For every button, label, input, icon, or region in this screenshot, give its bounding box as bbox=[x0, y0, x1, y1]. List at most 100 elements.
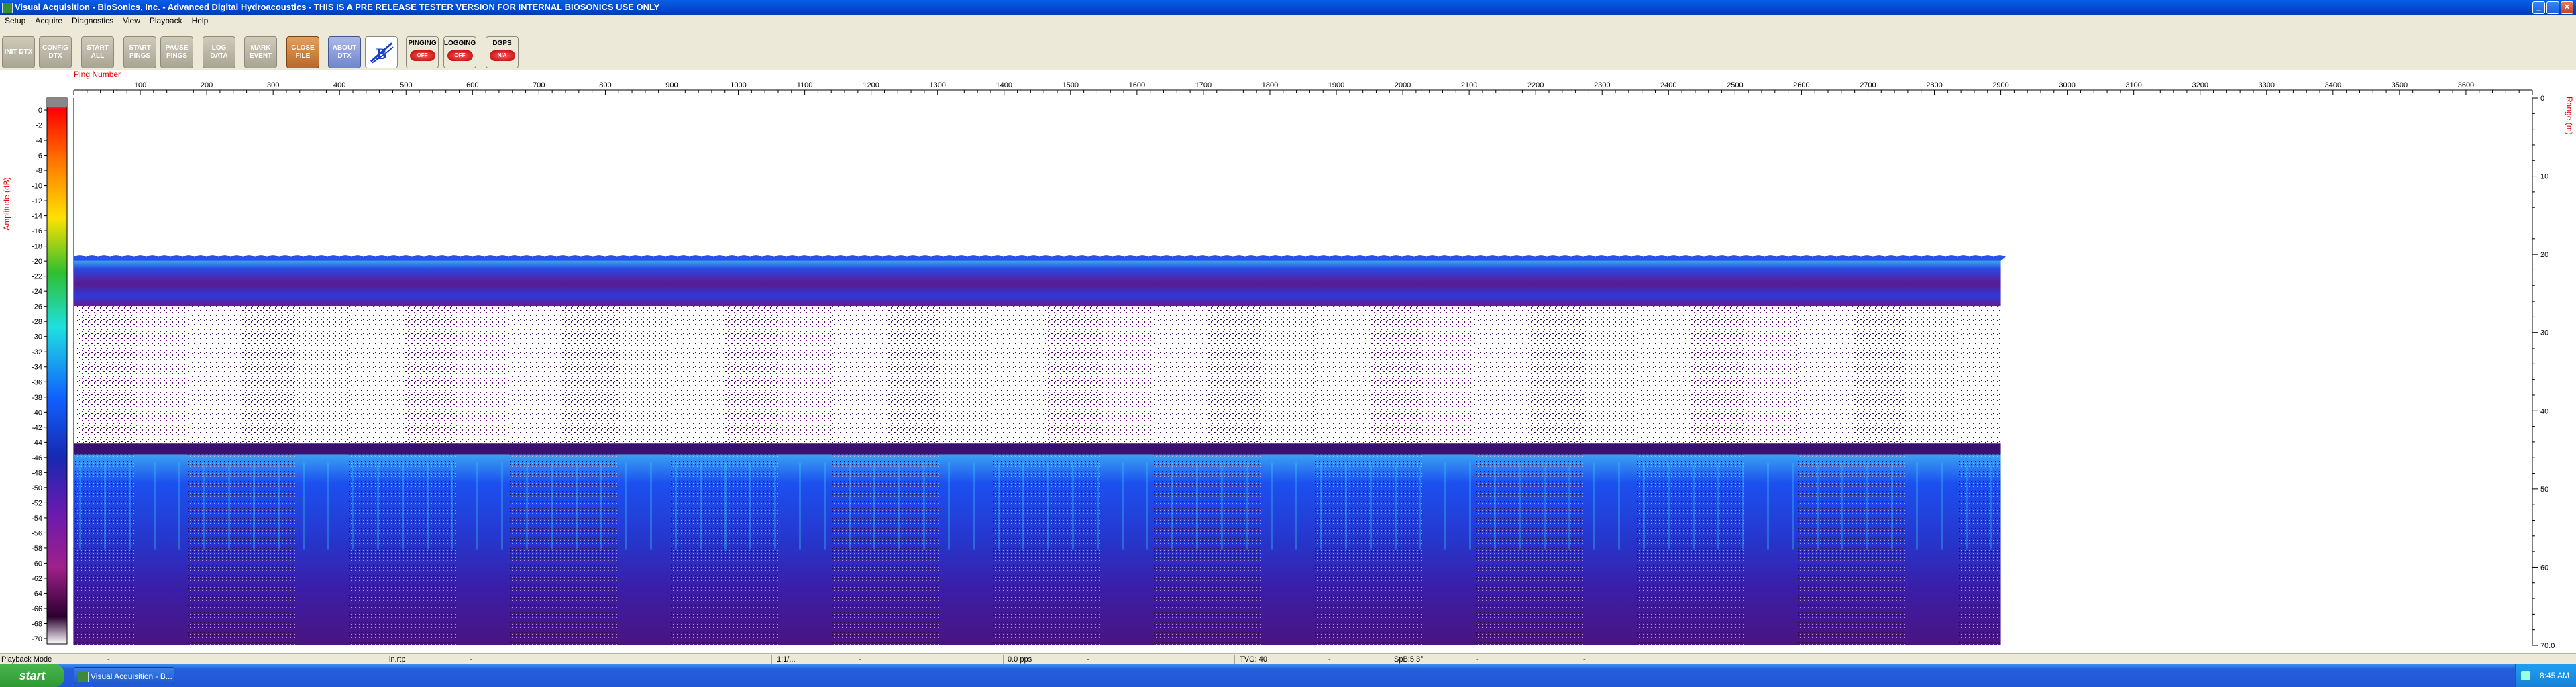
start-button[interactable]: start bbox=[0, 664, 64, 687]
echo-streak bbox=[104, 462, 106, 550]
echo-streak bbox=[1990, 462, 1992, 550]
menu-view[interactable]: View bbox=[118, 15, 145, 27]
colorbar-tick-label: 0 bbox=[38, 107, 42, 115]
echo-streak bbox=[1519, 462, 1521, 550]
x-tick-label: 400 bbox=[333, 81, 345, 89]
x-tick-label: 700 bbox=[533, 81, 545, 89]
echo-streak bbox=[1618, 462, 1620, 550]
surface-reverb-band bbox=[74, 256, 2001, 307]
dgps-indicator: DGPS N/A bbox=[486, 36, 519, 68]
status-divider bbox=[1003, 655, 1004, 664]
x-tick-label: 2900 bbox=[1992, 81, 2008, 89]
colorbar-tick-label: -4 bbox=[36, 137, 42, 145]
x-tick-label: 500 bbox=[400, 81, 412, 89]
maximize-button[interactable]: □ bbox=[2546, 1, 2559, 14]
app-icon bbox=[2, 3, 13, 13]
x-tick-label: 1100 bbox=[797, 81, 813, 89]
echo-streak bbox=[352, 462, 354, 550]
colorbar-tick-label: -60 bbox=[32, 560, 42, 568]
surface-wave-edge bbox=[74, 255, 2006, 261]
menu-diagnostics[interactable]: Diagnostics bbox=[67, 15, 118, 27]
echo-streak bbox=[724, 462, 727, 550]
log-data-button[interactable]: LOG DATA bbox=[203, 36, 235, 68]
status-beam: SpB:5.3° bbox=[1394, 655, 1424, 664]
start-label: start bbox=[19, 669, 46, 682]
colorbar-tick-label: -14 bbox=[32, 213, 42, 221]
dgps-led-icon: N/A bbox=[489, 50, 515, 61]
status-dash: - bbox=[859, 655, 861, 664]
window-titlebar: Visual Acquisition - BioSonics, Inc. - A… bbox=[0, 0, 2576, 15]
colorbar-tick-label: -64 bbox=[32, 590, 42, 598]
echo-streak bbox=[1643, 462, 1645, 550]
echo-streak bbox=[799, 462, 801, 550]
close-file-button[interactable]: CLOSE FILE bbox=[286, 36, 319, 68]
x-tick-label: 2800 bbox=[1926, 81, 1942, 89]
colorbar-tick-label: -30 bbox=[32, 333, 42, 341]
colorbar-tick-label: -22 bbox=[32, 273, 42, 281]
x-tick-label: 900 bbox=[665, 81, 678, 89]
echo-streak bbox=[427, 462, 429, 550]
colorbar-tick-label: -50 bbox=[32, 484, 42, 492]
menu-help[interactable]: Help bbox=[187, 15, 213, 27]
tray-network-icon[interactable] bbox=[2521, 671, 2530, 680]
logging-indicator: LOGGING OFF bbox=[443, 36, 476, 68]
echo-streak bbox=[1817, 462, 1819, 550]
init-dtx-button[interactable]: INIT DTX bbox=[2, 36, 35, 68]
x-axis-title: Ping Number bbox=[74, 70, 121, 79]
mark-event-button[interactable]: MARK EVENT bbox=[244, 36, 277, 68]
biosonics-logo-icon: B bbox=[365, 36, 398, 68]
biosonics-logo-graphic: B bbox=[370, 42, 394, 64]
status-tvg: TVG: 40 bbox=[1240, 655, 1267, 664]
menu-setup[interactable]: Setup bbox=[0, 15, 30, 27]
status-bar: Playback Mode - in.rtp - 1:1/... - 0.0 p… bbox=[0, 653, 2576, 665]
taskbar-item-visual-acquisition[interactable]: Visual Acquisition - B... bbox=[74, 667, 174, 684]
echo-streak bbox=[1146, 462, 1148, 550]
x-tick-label: 300 bbox=[267, 81, 279, 89]
echo-streak bbox=[1767, 462, 1769, 550]
about-dtx-button[interactable]: ABOUT DTX bbox=[328, 36, 361, 68]
echo-streak bbox=[303, 462, 305, 550]
echo-streak bbox=[1668, 462, 1670, 550]
close-window-button[interactable]: ✕ bbox=[2561, 1, 2573, 14]
status-dash: - bbox=[1328, 655, 1331, 664]
start-pings-button[interactable]: START PINGS bbox=[123, 36, 156, 68]
colorbar-tick-label: -2 bbox=[36, 122, 42, 130]
pinging-indicator: PINGING OFF bbox=[406, 36, 439, 68]
colorbar-tick-label: -20 bbox=[32, 258, 42, 266]
echo-streak bbox=[873, 462, 875, 550]
minimize-button[interactable]: _ bbox=[2532, 1, 2545, 14]
x-tick-label: 100 bbox=[134, 81, 146, 89]
status-speed: 1:1/... bbox=[777, 655, 796, 664]
echo-streak bbox=[1320, 462, 1322, 550]
start-all-button[interactable]: START ALL bbox=[81, 36, 114, 68]
system-tray: 8:45 AM bbox=[2515, 664, 2576, 687]
echo-streak bbox=[1841, 462, 1843, 550]
deep-water-noise bbox=[74, 454, 2001, 645]
menu-acquire[interactable]: Acquire bbox=[30, 15, 67, 27]
echo-streak bbox=[1271, 462, 1273, 550]
colorbar-tick-label: -32 bbox=[32, 348, 42, 356]
menu-bar: Setup Acquire Diagnostics View Playback Help bbox=[0, 15, 2576, 27]
echo-streak bbox=[79, 462, 81, 550]
echo-streak bbox=[402, 462, 404, 550]
x-tick-label: 2100 bbox=[1461, 81, 1477, 89]
echo-streak bbox=[1693, 462, 1695, 550]
scattering-layer bbox=[74, 443, 2001, 455]
echo-streak bbox=[1891, 462, 1893, 550]
x-tick-label: 1500 bbox=[1063, 81, 1079, 89]
echo-streak bbox=[700, 462, 702, 550]
x-tick-label: 1600 bbox=[1129, 81, 1145, 89]
config-dtx-button[interactable]: CONFIG DTX bbox=[39, 36, 72, 68]
x-tick-label: 1000 bbox=[730, 81, 746, 89]
colorbar-tick-label: -68 bbox=[32, 620, 42, 628]
menu-playback[interactable]: Playback bbox=[145, 15, 187, 27]
echo-streak bbox=[1469, 462, 1471, 550]
echo-streak bbox=[253, 462, 255, 550]
echo-streak bbox=[178, 462, 180, 550]
echo-streak bbox=[1196, 462, 1198, 550]
echogram-svg: Ping Number100 200 300 400 500 600 700 800 900 10… bbox=[2, 70, 2574, 650]
echo-streak bbox=[551, 462, 553, 550]
echo-streak bbox=[1717, 462, 1719, 550]
pause-pings-button[interactable]: PAUSE PINGS bbox=[160, 36, 193, 68]
echo-streak bbox=[998, 462, 1000, 550]
